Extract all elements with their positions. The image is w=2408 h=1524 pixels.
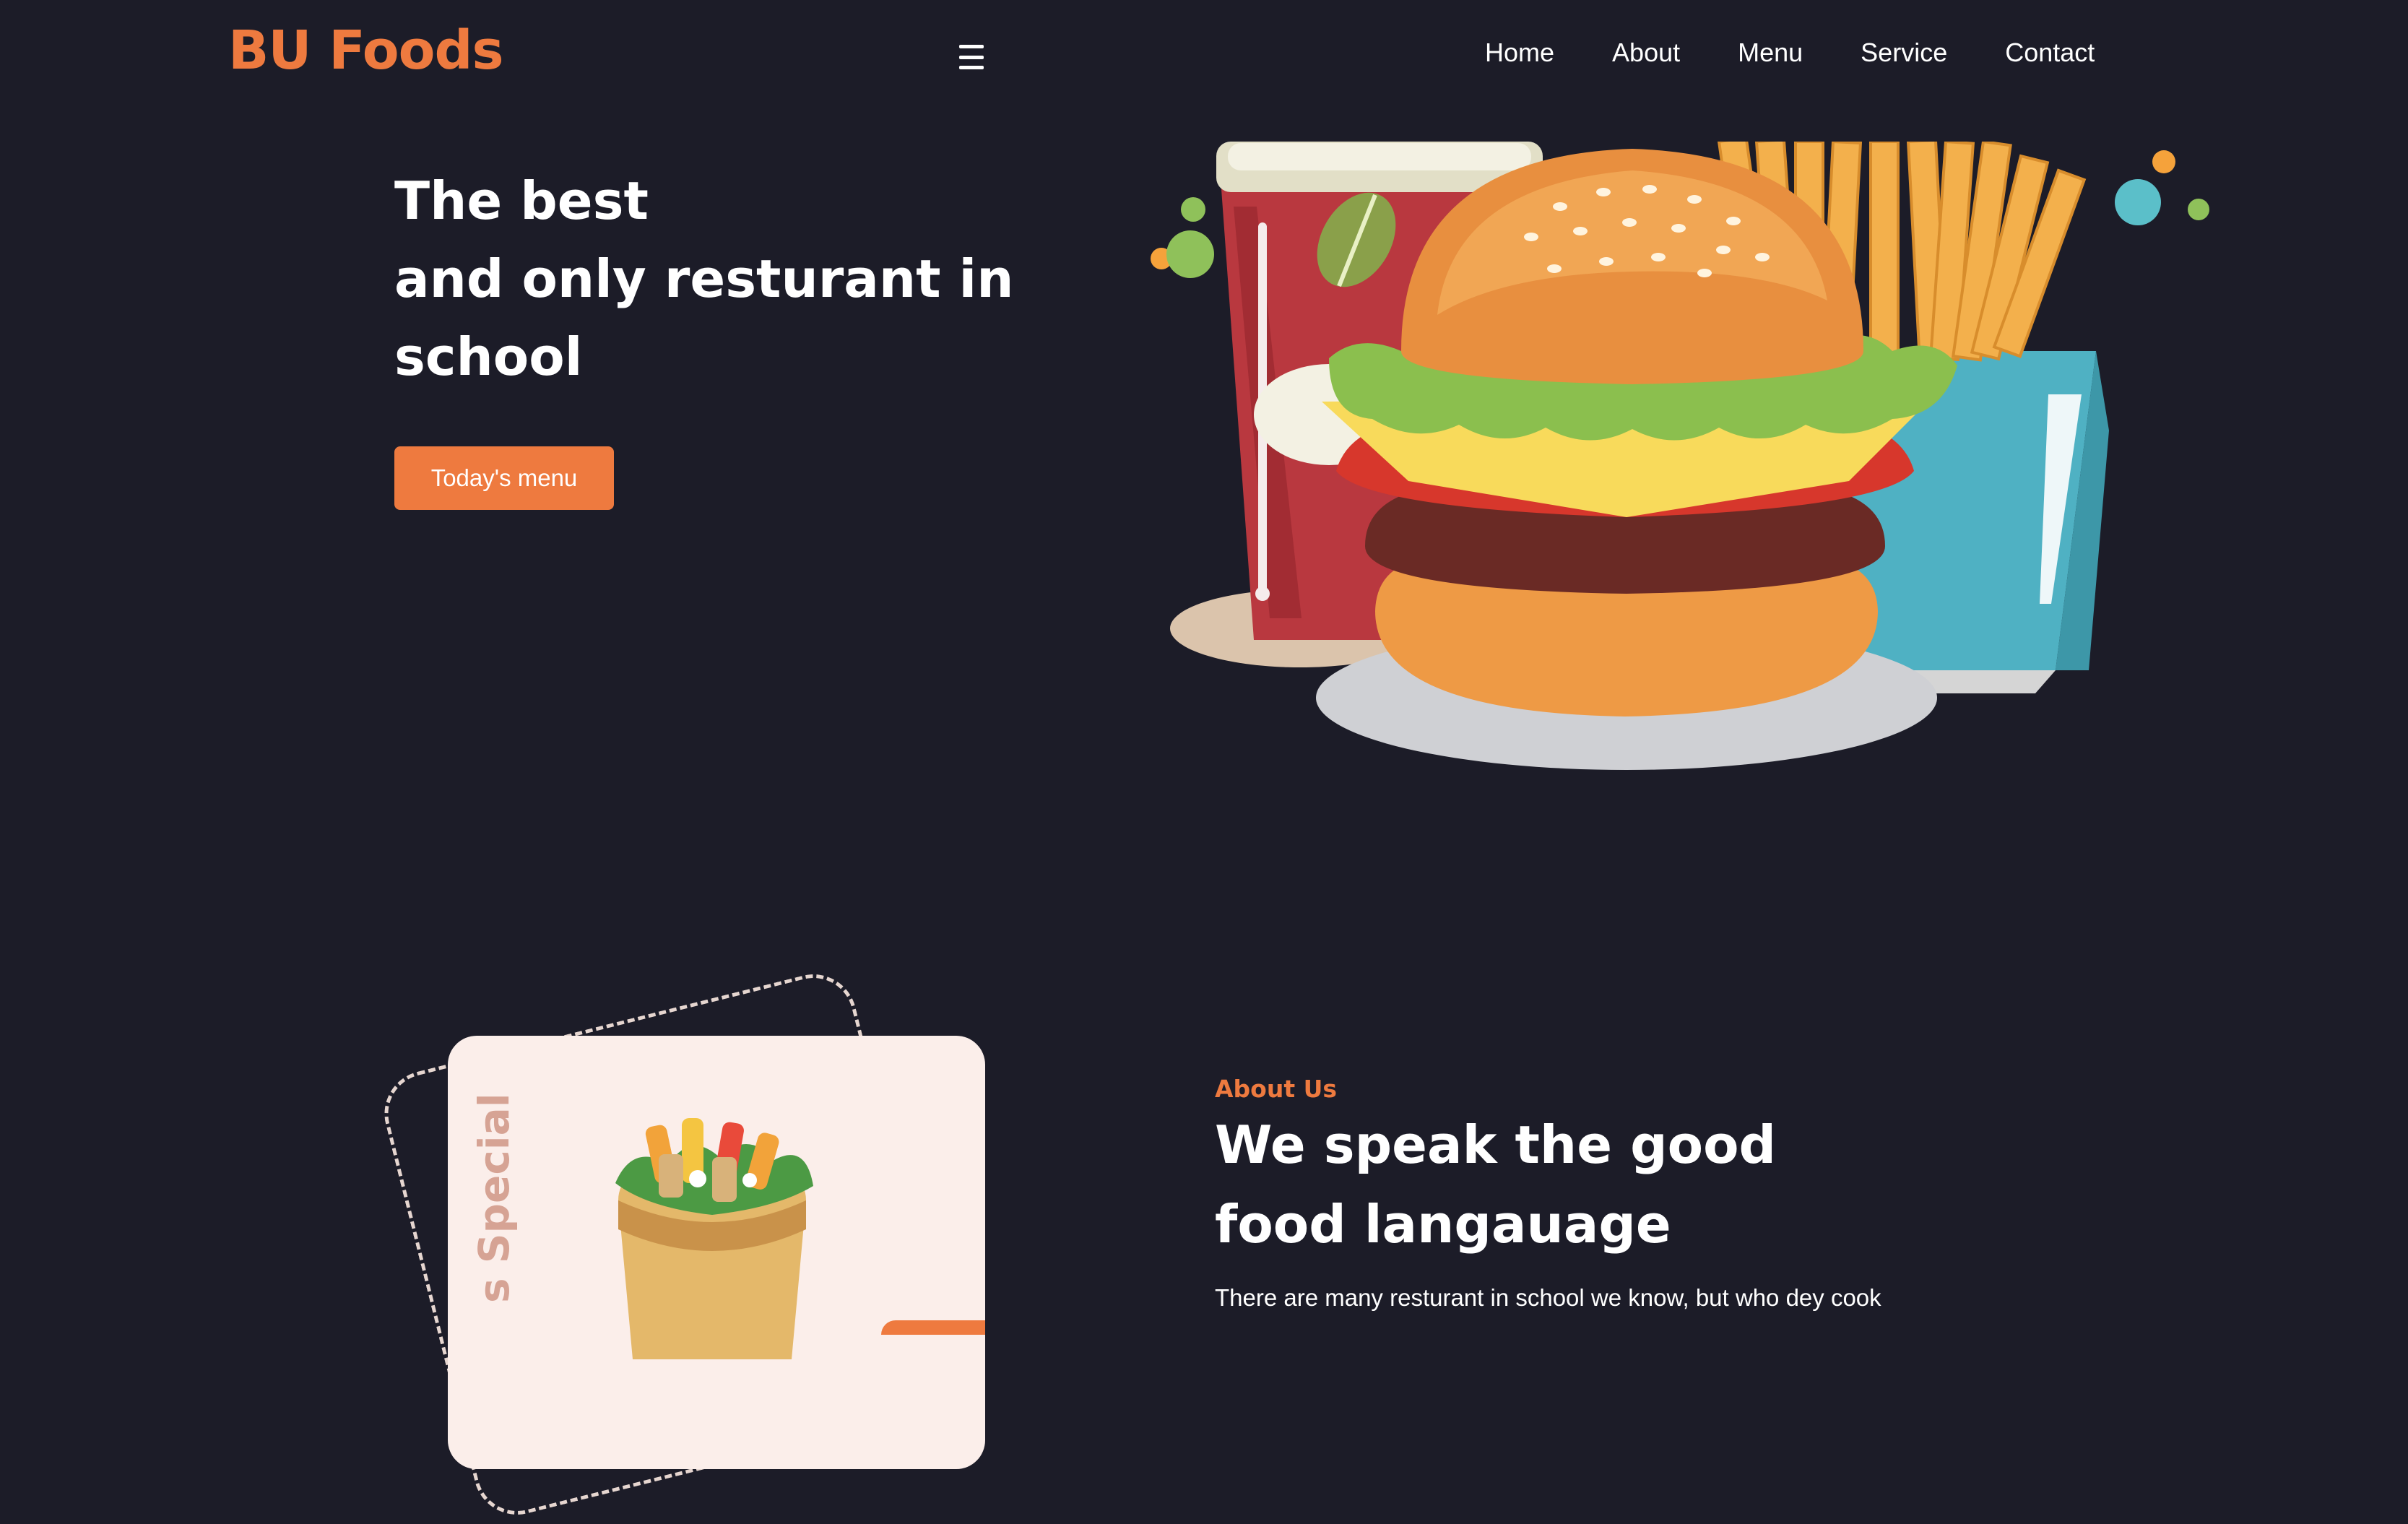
about-description: There are many resturant in school we kn… (1215, 1284, 1881, 1311)
site-logo[interactable]: BU Foods (228, 21, 503, 80)
about-title: We speak the good food langauage (1215, 1105, 1865, 1264)
hamburger-line (959, 66, 984, 69)
burger-drink-fries-illustration (1151, 142, 2209, 770)
hero-title-line: and only resturant in (394, 248, 1014, 309)
about-title-line: We speak the good (1215, 1114, 1777, 1175)
nav-link-service[interactable]: Service (1861, 38, 1947, 67)
nav-link-about[interactable]: About (1612, 38, 1680, 67)
about-title-line: food langauage (1215, 1194, 1671, 1255)
hamburger-line (959, 45, 984, 48)
nav-link-menu[interactable]: Menu (1738, 38, 1803, 67)
nav-list: Home About Menu Service Contact (1485, 38, 2095, 68)
card-label: s Special (469, 1093, 519, 1303)
hero-title-line: The best (394, 170, 649, 231)
nav-item-about: About (1612, 38, 1680, 68)
hero-title-line: school (394, 326, 583, 387)
nav-item-menu: Menu (1738, 38, 1803, 68)
about-kicker: About Us (1215, 1075, 1338, 1103)
todays-menu-button[interactable]: Today's menu (394, 446, 614, 510)
hamburger-line (959, 55, 984, 59)
nav-item-home: Home (1485, 38, 1554, 68)
nav-link-home[interactable]: Home (1485, 38, 1554, 67)
wrap-illustration (615, 1118, 813, 1359)
nav-link-contact[interactable]: Contact (2005, 38, 2095, 67)
hero-title: The best and only resturant in school (394, 162, 1044, 396)
card-tag-decoration (881, 1320, 985, 1335)
special-card: s Special (448, 1036, 985, 1469)
nav-item-contact: Contact (2005, 38, 2095, 68)
nav-item-service: Service (1861, 38, 1947, 68)
hamburger-menu-icon[interactable] (959, 45, 984, 69)
